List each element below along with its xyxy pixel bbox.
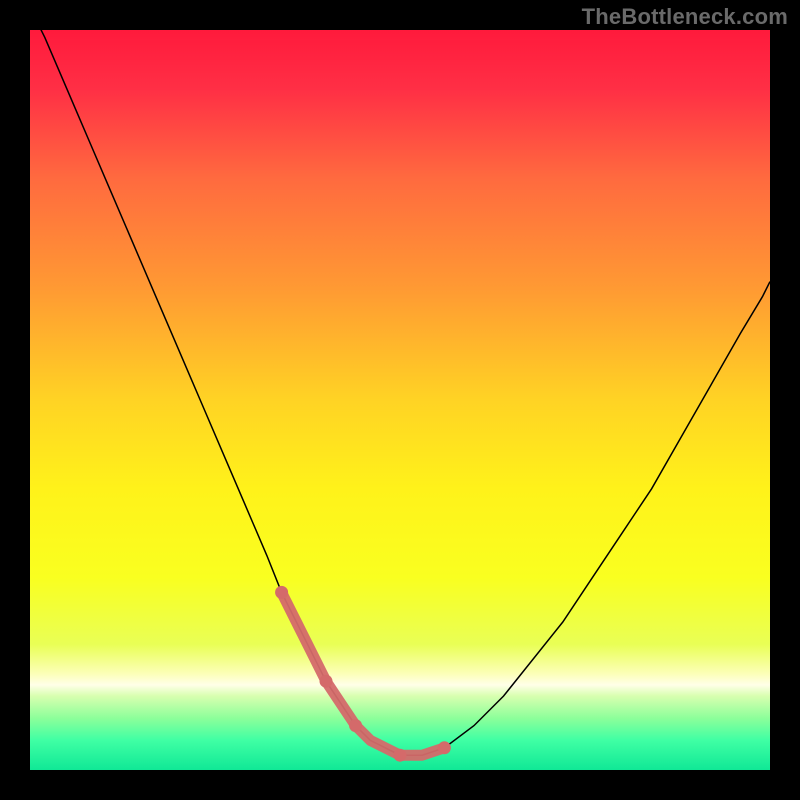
chart-curves	[30, 30, 770, 770]
watermark-text: TheBottleneck.com	[582, 4, 788, 30]
plot-area	[30, 30, 770, 770]
series-bottleneck-curve	[30, 30, 770, 755]
chart-frame: TheBottleneck.com	[0, 0, 800, 800]
accent-trough-highlight	[282, 592, 445, 755]
accent-dot	[320, 675, 333, 688]
accent-dot	[275, 586, 288, 599]
accent-dot	[438, 741, 451, 754]
accent-dot	[349, 719, 362, 732]
accent-dot	[394, 749, 407, 762]
